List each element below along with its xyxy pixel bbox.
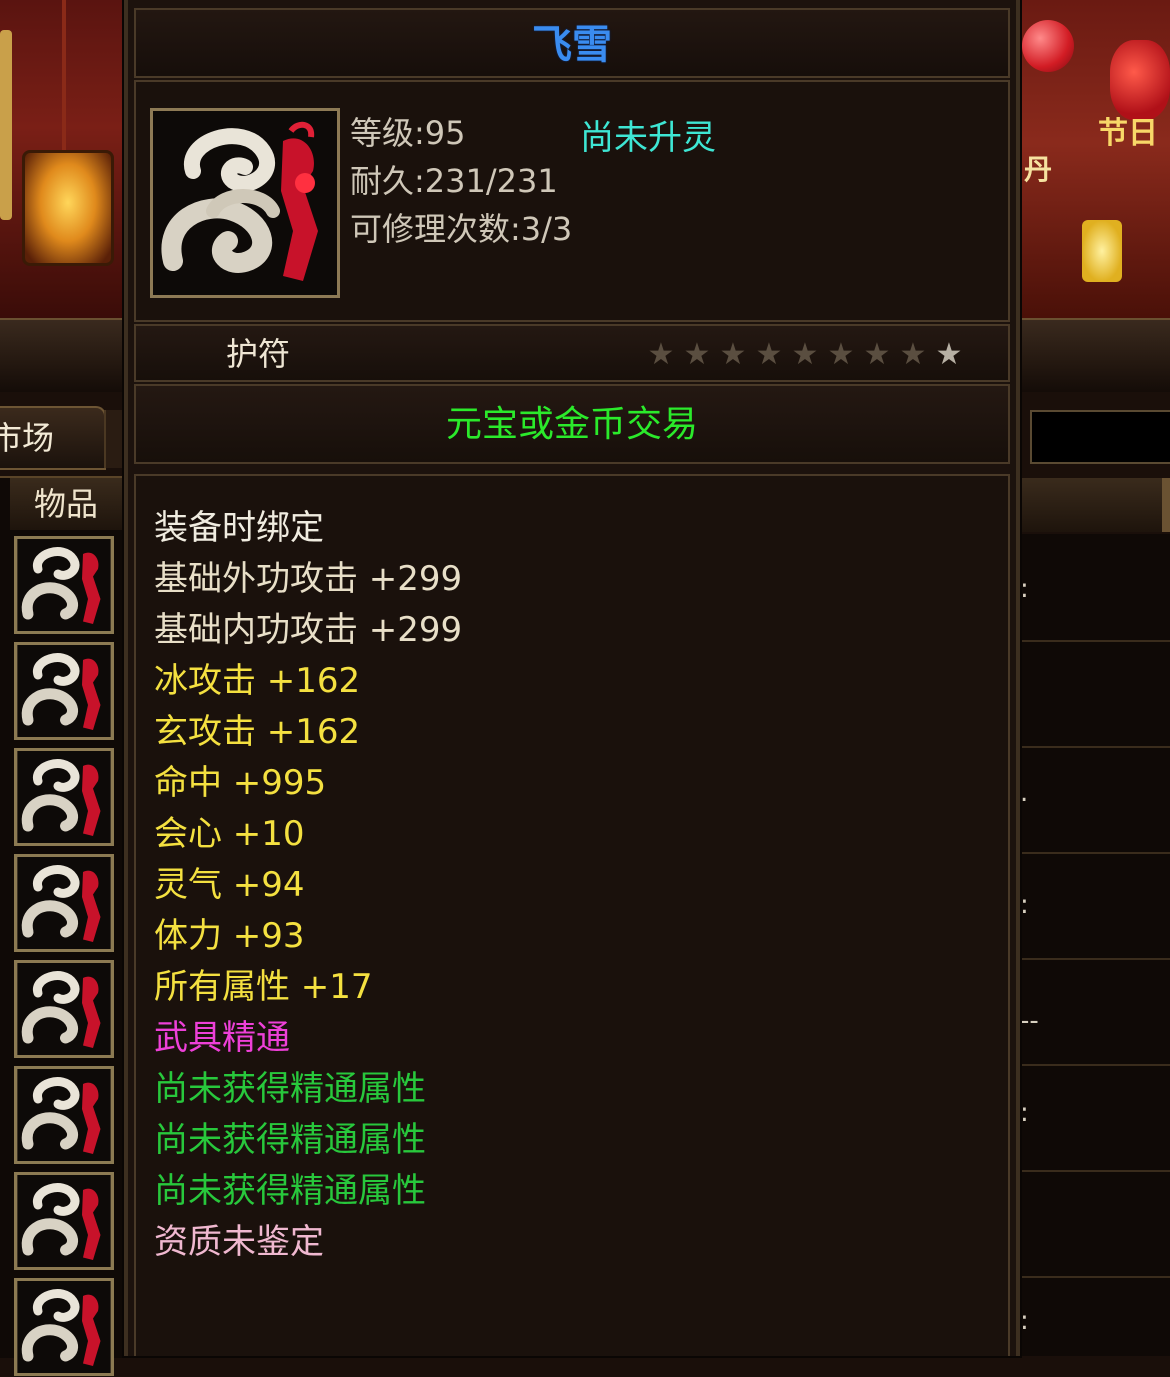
list-header-label: 物品 — [34, 485, 99, 523]
yellow-lamp-icon — [1082, 220, 1122, 282]
tooltip-title-bar: 飞雪 — [134, 8, 1010, 78]
tab-edge — [104, 410, 124, 468]
row-divider — [1018, 1064, 1170, 1066]
star-icon: ★ — [647, 337, 675, 372]
lantern-icon — [22, 150, 114, 266]
amulet-icon[interactable] — [14, 960, 114, 1058]
star-icon: ★ — [791, 337, 819, 372]
star-icon: ★ — [935, 337, 963, 372]
toolbar-right — [1018, 318, 1170, 392]
festival-button-label[interactable]: 节日 — [1098, 108, 1158, 152]
item-info-section: 等级:95 耐久:231/231 可修理次数:3/3 尚未升灵 — [134, 80, 1010, 322]
row-cell-text: : — [1020, 574, 1029, 604]
item-durability: 耐久:231/231 — [350, 162, 558, 200]
star-icon: ★ — [899, 337, 927, 372]
row-divider — [1018, 958, 1170, 960]
row-cell-text: : — [1020, 1306, 1029, 1336]
amulet-icon[interactable] — [14, 1278, 114, 1376]
search-input[interactable] — [1030, 410, 1170, 464]
frame-post — [0, 30, 12, 220]
spirit-status: 尚未升灵 — [580, 118, 716, 158]
attribute-list: 装备时绑定基础外功攻击 +299 基础内功攻击 +299 冰攻击 +162 玄攻击 +… — [134, 474, 1010, 1356]
tab-market[interactable]: 市场 — [0, 406, 106, 470]
item-tooltip: 飞雪 等级:95 耐久:231/231 可修理次数:3/3 尚未升灵 护符 ★ ★… — [124, 0, 1020, 1356]
column-header-edge — [1162, 478, 1170, 532]
red-orb-icon — [1022, 20, 1074, 72]
row-cell-text: : — [1020, 1098, 1029, 1128]
attribute-line: 会心 +10 — [154, 814, 305, 854]
amulet-icon[interactable] — [14, 748, 114, 846]
attribute-line: 体力 +93 — [154, 916, 305, 956]
item-name: 飞雪 — [532, 22, 612, 68]
right-column-header[interactable] — [1018, 478, 1164, 532]
row-divider — [1018, 1170, 1170, 1172]
row-cell-text: -- — [1020, 1006, 1039, 1036]
item-type-bar: 护符 ★ ★ ★ ★ ★ ★ ★ ★ ★ — [134, 324, 1010, 382]
attribute-line: 灵气 +94 — [154, 865, 305, 905]
amulet-art — [153, 111, 337, 295]
attribute-line: 资质未鉴定 — [154, 1222, 324, 1262]
attribute-line: 装备时绑定 — [154, 508, 324, 548]
row-cell-text: . — [1020, 778, 1029, 808]
star-icon: ★ — [683, 337, 711, 372]
trade-rule-bar: 元宝或金币交易 — [134, 384, 1010, 464]
attribute-line: 玄攻击 +162 — [154, 712, 361, 752]
amulet-icon — [150, 108, 340, 298]
star-rating: ★ ★ ★ ★ ★ ★ ★ ★ ★ — [644, 338, 966, 372]
background-art-left — [0, 0, 126, 318]
amulet-icon[interactable] — [14, 1172, 114, 1270]
item-type: 护符 — [226, 335, 291, 373]
amulet-icon[interactable] — [14, 1066, 114, 1164]
tab-market-label: 市场 — [0, 419, 55, 457]
attribute-line: 尚未获得精通属性 — [154, 1120, 426, 1160]
row-cell-text: : — [1020, 890, 1029, 920]
toolbar-left — [0, 318, 126, 392]
amulet-icon[interactable] — [14, 642, 114, 740]
attribute-line: 基础内功攻击 +299 — [154, 610, 463, 650]
attribute-line: 尚未获得精通属性 — [154, 1171, 426, 1211]
row-divider — [1018, 1276, 1170, 1278]
row-divider — [1018, 852, 1170, 854]
attribute-line: 尚未获得精通属性 — [154, 1069, 426, 1109]
attribute-line: 武具精通 — [154, 1018, 290, 1058]
list-column-header[interactable]: 物品 — [10, 478, 126, 530]
attribute-line: 基础外功攻击 +299 — [154, 559, 463, 599]
attribute-line: 命中 +995 — [154, 763, 327, 803]
amulet-icon[interactable] — [14, 854, 114, 952]
star-icon: ★ — [827, 337, 855, 372]
pill-button-label[interactable]: 丹 — [1024, 148, 1052, 188]
trade-rule: 元宝或金币交易 — [445, 404, 698, 445]
attribute-line: 冰攻击 +162 — [154, 661, 361, 701]
item-repair-count: 可修理次数:3/3 — [350, 210, 573, 248]
attribute-line: 所有属性 +17 — [154, 967, 373, 1007]
row-divider — [1018, 746, 1170, 748]
star-icon: ★ — [863, 337, 891, 372]
star-icon: ★ — [755, 337, 783, 372]
amulet-icon[interactable] — [14, 536, 114, 634]
row-divider — [1018, 640, 1170, 642]
lantern-rope — [62, 0, 66, 152]
right-list-panel — [1018, 534, 1170, 1356]
item-level: 等级:95 — [350, 114, 466, 152]
star-icon: ★ — [719, 337, 747, 372]
